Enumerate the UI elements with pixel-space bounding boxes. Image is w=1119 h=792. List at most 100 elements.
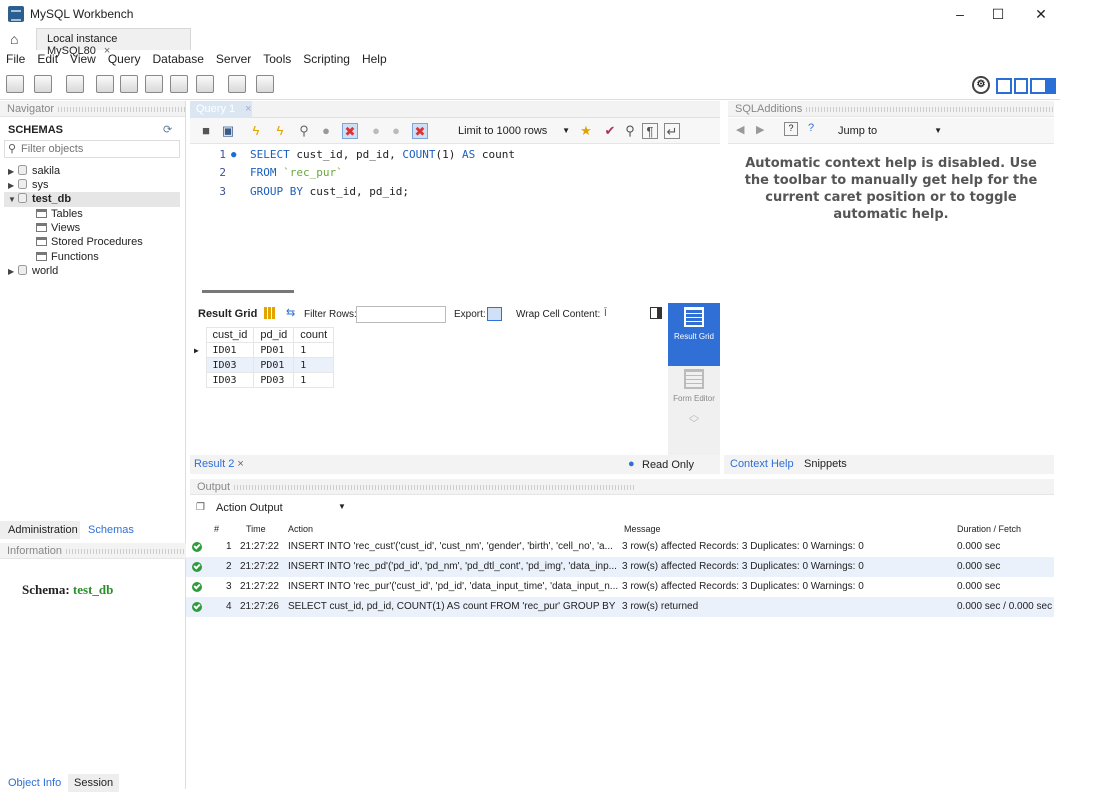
toggle-output-icon[interactable]: [1014, 78, 1028, 94]
menu-tools[interactable]: Tools: [257, 50, 297, 68]
collapse-arrow-icon[interactable]: ▼: [8, 192, 18, 207]
result-grid-view-button[interactable]: Result Grid: [668, 303, 720, 366]
maximize-button[interactable]: ☐: [975, 0, 1021, 28]
manual-help-icon[interactable]: ?: [808, 122, 814, 134]
schema-sys[interactable]: ▶ sys: [8, 178, 49, 193]
close-button[interactable]: ✕: [1018, 0, 1064, 28]
refresh-icon[interactable]: ⟳: [163, 123, 172, 136]
table-row[interactable]: 1 21:27:22 INSERT INTO 'rec_cust'('cust_i…: [186, 537, 1054, 557]
table-row[interactable]: 3 21:27:22 INSERT INTO 'rec_pur'('cust_id…: [186, 577, 1054, 597]
tab-query-1[interactable]: Query 1 ×: [190, 101, 252, 118]
commit-icon[interactable]: ●: [368, 123, 384, 139]
expand-arrow-icon[interactable]: ▶: [8, 264, 18, 279]
create-table-icon[interactable]: [120, 75, 138, 93]
inspector-icon[interactable]: [66, 75, 84, 93]
toggle-secondary-sidebar-icon[interactable]: [1030, 78, 1056, 94]
filter-objects-field[interactable]: ⚲: [4, 140, 180, 158]
tab-context-help[interactable]: Context Help: [730, 458, 794, 470]
menu-scripting[interactable]: Scripting: [297, 50, 356, 68]
settings-gear-icon[interactable]: ⚙: [972, 76, 990, 94]
menu-file[interactable]: File: [0, 50, 31, 68]
tree-item-stored-procedures[interactable]: Stored Procedures: [36, 235, 143, 250]
wrap-lines-icon[interactable]: ↵: [664, 123, 680, 139]
create-view-icon[interactable]: [145, 75, 163, 93]
toggle-sidebar-icon[interactable]: [996, 78, 1012, 94]
copy-icon[interactable]: ❐: [196, 502, 205, 513]
home-icon[interactable]: ⌂: [10, 31, 26, 47]
beautify-icon[interactable]: ★: [578, 123, 594, 139]
tree-item-views[interactable]: Views: [36, 221, 80, 236]
toggle-continue-on-error-icon[interactable]: ✖: [342, 123, 358, 139]
invisible-chars-icon[interactable]: ¶: [642, 123, 658, 139]
schema-test-db[interactable]: ▼ test_db: [4, 192, 180, 207]
wrap-cell-icon[interactable]: Ī: [604, 308, 607, 319]
schema-sakila[interactable]: ▶ sakila: [8, 164, 60, 179]
search-table-data-icon[interactable]: [228, 75, 246, 93]
connection-tab[interactable]: Local instance MySQL80 ×: [36, 28, 191, 57]
toggle-autocommit-icon[interactable]: ✖: [412, 123, 428, 139]
tree-item-tables[interactable]: Tables: [36, 207, 83, 222]
chevron-down-icon: ▼: [934, 126, 942, 135]
grid-view-icon[interactable]: [264, 307, 276, 319]
menu-view[interactable]: View: [64, 50, 102, 68]
explain-icon[interactable]: ⚲: [296, 123, 312, 139]
tab-session[interactable]: Session: [68, 774, 120, 792]
jump-to-select[interactable]: Jump to ▼: [838, 123, 942, 139]
column-header[interactable]: cust_id: [205, 327, 255, 343]
back-arrow-icon[interactable]: ◀: [736, 123, 744, 136]
expand-arrow-icon[interactable]: ▶: [8, 164, 18, 179]
sql-editor[interactable]: 1 ● SELECT cust_id, pd_id, COUNT(1) AS co…: [190, 144, 720, 286]
limit-rows-select[interactable]: Limit to 1000 rows ▼: [458, 123, 570, 139]
tab-snippets[interactable]: Snippets: [804, 458, 847, 470]
read-only-label: Read Only: [642, 459, 694, 471]
form-editor-view-button[interactable]: Form Editor ︿ ﹀: [668, 369, 720, 430]
tab-schemas[interactable]: Schemas: [80, 521, 142, 539]
column-header[interactable]: count: [293, 327, 335, 343]
open-sql-script-icon[interactable]: [34, 75, 52, 93]
tab-administration[interactable]: Administration: [0, 521, 86, 539]
table-row[interactable]: 2 21:27:22 INSERT INTO 'rec_pd'('pd_id', …: [186, 557, 1054, 577]
menu-query[interactable]: Query: [102, 50, 147, 68]
close-tab-icon[interactable]: ×: [237, 458, 243, 470]
toggle-panel-icon[interactable]: [650, 307, 662, 319]
forward-arrow-icon[interactable]: ▶: [756, 123, 764, 136]
table-row[interactable]: ID03 PD03 1: [190, 372, 335, 388]
tree-item-functions[interactable]: Functions: [36, 250, 99, 265]
menu-help[interactable]: Help: [356, 50, 393, 68]
main-toolbar: [0, 68, 1060, 100]
execute-current-icon[interactable]: ϟ: [272, 123, 288, 139]
menu-edit[interactable]: Edit: [31, 50, 64, 68]
create-schema-icon[interactable]: [96, 75, 114, 93]
menu-server[interactable]: Server: [210, 50, 257, 68]
menu-database[interactable]: Database: [147, 50, 210, 68]
stop-icon[interactable]: ●: [318, 123, 334, 139]
editor-scrollbar[interactable]: [202, 290, 294, 293]
tab-result-2[interactable]: Result 2 ×: [194, 458, 244, 470]
filter-objects-input[interactable]: [21, 142, 176, 156]
create-function-icon[interactable]: [196, 75, 214, 93]
search-icon[interactable]: ⚲: [622, 123, 638, 139]
reconnect-icon[interactable]: [256, 75, 274, 93]
result-toolbar: Result Grid ⇆ Filter Rows: Export: Wrap …: [190, 303, 668, 327]
scroll-arrows-icon[interactable]: ︿ ﹀: [668, 411, 720, 430]
new-sql-tab-icon[interactable]: [6, 75, 24, 93]
expand-arrow-icon[interactable]: ▶: [8, 178, 18, 193]
toggle-auto-help-icon[interactable]: ?: [784, 122, 798, 136]
rollback-icon[interactable]: ●: [388, 123, 404, 139]
schema-world[interactable]: ▶ world: [8, 264, 58, 279]
table-row[interactable]: 4 21:27:26 SELECT cust_id, pd_id, COUNT(1…: [186, 597, 1054, 617]
open-file-icon[interactable]: ■: [198, 123, 214, 139]
tab-object-info[interactable]: Object Info: [2, 774, 67, 792]
column-header[interactable]: pd_id: [253, 327, 295, 343]
save-icon[interactable]: ▣: [220, 123, 236, 139]
filter-rows-input[interactable]: [356, 306, 446, 323]
action-output-select[interactable]: Action Output: [216, 502, 283, 514]
close-tab-icon[interactable]: ×: [245, 103, 251, 115]
table-row[interactable]: ▶ ID01 PD01 1: [190, 342, 335, 358]
execute-icon[interactable]: ϟ: [248, 123, 264, 139]
chevron-down-icon[interactable]: ▼: [338, 502, 346, 511]
find-icon[interactable]: ✔: [602, 123, 618, 139]
table-row[interactable]: ID03 PD01 1: [190, 357, 335, 373]
export-icon[interactable]: [487, 307, 502, 321]
create-procedure-icon[interactable]: [170, 75, 188, 93]
